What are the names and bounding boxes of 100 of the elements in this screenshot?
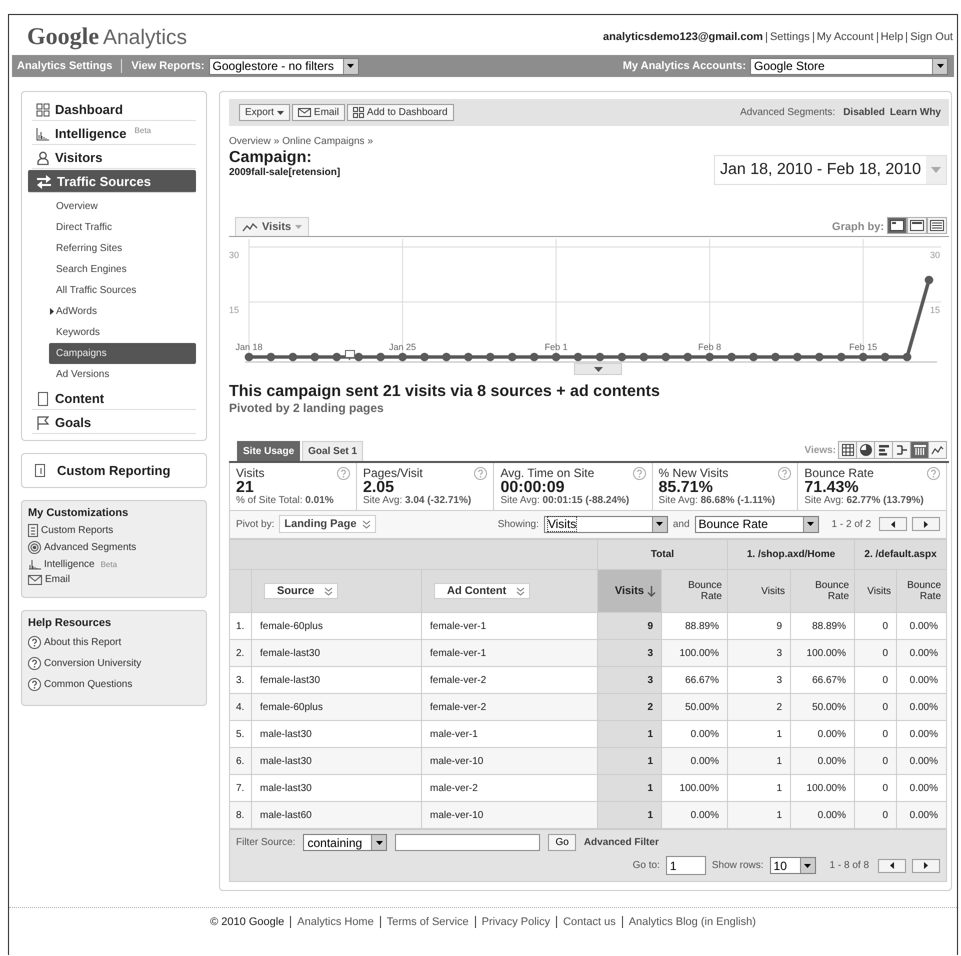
pivot-dropdown[interactable]: Landing Page (279, 515, 376, 533)
row-number: 6. (230, 748, 252, 774)
column-header[interactable]: Bounce Rate (662, 570, 728, 612)
help-icon (28, 678, 41, 691)
view-button[interactable] (838, 441, 857, 459)
metric-selector-tab[interactable]: Visits (235, 217, 310, 236)
campaign-name: 2009fall-sale[retension] (229, 167, 340, 178)
annotation-icon[interactable] (345, 350, 355, 361)
nav-item[interactable]: Visitors (32, 146, 196, 169)
toolbar-button[interactable]: Email (292, 104, 345, 121)
learn-why-link[interactable]: Learn Why (890, 107, 941, 118)
nav-item[interactable]: Dashboard (32, 98, 196, 121)
nav-item[interactable]: Goals (32, 411, 196, 434)
metric-label: Visits (236, 466, 264, 480)
help-resource-link[interactable]: Conversion University (44, 658, 142, 669)
nav-item[interactable]: Intelligence $^{Beta}$ (32, 122, 196, 145)
report-tab[interactable]: Site Usage (237, 441, 300, 461)
advanced-filter-link[interactable]: Advanced Filter (584, 837, 659, 848)
customization-link[interactable]: Email (45, 574, 70, 585)
account-link[interactable]: Help (876, 32, 904, 42)
metric-label: % New Visits (658, 466, 728, 480)
graph-by-button[interactable] (907, 217, 927, 234)
nav-subitem[interactable]: All Traffic Sources (47, 280, 196, 301)
footer-link[interactable]: Terms of Service (380, 916, 469, 928)
nav-subitem[interactable]: Search Engines (47, 259, 196, 280)
nav-subitem[interactable]: Direct Traffic (47, 217, 196, 238)
collapse-handle[interactable] (574, 363, 622, 375)
filter-mode-dropdown[interactable]: containing (303, 834, 388, 851)
and-label: and (672, 518, 690, 530)
go-to-input[interactable]: 1 (666, 856, 706, 875)
column-header[interactable]: Visits (854, 570, 897, 612)
account-link[interactable]: Sign Out (906, 32, 953, 42)
footer-link[interactable]: Analytics Blog (in English) (622, 916, 756, 928)
rows-dropdown[interactable]: 10 (770, 857, 816, 874)
column-header[interactable]: Bounce Rate (790, 570, 855, 612)
profile-dropdown[interactable]: Googlestore - no filters (208, 58, 359, 74)
account-dropdown[interactable]: Google Store (750, 58, 948, 74)
column-header[interactable]: Bounce Rate (896, 570, 947, 612)
nav-subitem[interactable]: Referring Sites (47, 238, 196, 259)
table-cell: male-ver-10 (422, 802, 598, 828)
caret-icon (295, 225, 302, 229)
view-button[interactable] (928, 441, 947, 459)
date-range-picker[interactable]: Jan 18, 2010 - Feb 18, 2010 (714, 155, 947, 185)
pivot-icon (912, 444, 926, 456)
previous-button[interactable] (879, 517, 907, 531)
dimension-dropdown[interactable]: Ad Content (434, 583, 530, 599)
nav-item[interactable]: Traffic Sources (28, 170, 196, 193)
next-button[interactable] (912, 858, 940, 872)
table-cell: 100.00% (790, 640, 855, 666)
breadcrumb-link[interactable]: Overview (229, 136, 271, 147)
data-point (705, 352, 714, 362)
nav-item[interactable]: Content (32, 387, 196, 410)
view-button[interactable] (892, 441, 911, 459)
day-view-icon (890, 220, 904, 231)
customization-link[interactable]: Intelligence (44, 558, 95, 570)
nav-subitem[interactable]: Keywords (47, 322, 196, 343)
footer-link[interactable]: Analytics Home (290, 916, 374, 928)
row-number: 2. (230, 640, 252, 666)
filter-input[interactable] (395, 834, 540, 851)
nav-subitem[interactable]: AdWords (47, 301, 196, 322)
next-button[interactable] (912, 517, 940, 531)
account-link[interactable]: My Account (812, 32, 874, 42)
axis-label: Feb 8 (698, 342, 722, 352)
footer-link[interactable]: Contact us (556, 916, 616, 928)
report-tab[interactable]: Goal Set 1 (302, 441, 364, 461)
nav-subitem[interactable]: Overview (47, 196, 196, 217)
help-resource-link[interactable]: Common Questions (44, 679, 132, 690)
customization-link[interactable]: Advanced Segments (44, 542, 136, 553)
metric-dropdown[interactable]: Visits (544, 516, 668, 532)
group-header: 2. /default.aspx (854, 540, 947, 570)
data-point (836, 352, 846, 362)
go-button[interactable]: Go (548, 834, 576, 851)
report-icon (35, 464, 45, 477)
help-resource-link[interactable]: About this Report (44, 637, 122, 648)
graph-by-button[interactable] (887, 217, 907, 234)
comparison-icon (896, 444, 908, 456)
table-cell: 0.00% (790, 748, 855, 774)
dimension-dropdown[interactable]: Source (264, 583, 338, 599)
target-icon (28, 541, 41, 554)
previous-button[interactable] (878, 858, 906, 872)
customization-link[interactable]: Custom Reports (41, 525, 114, 536)
summary-subheading: Pivoted by 2 landing pages (229, 401, 385, 415)
custom-reporting-link[interactable]: Custom Reporting (57, 463, 170, 478)
data-point (661, 352, 670, 362)
toolbar-button[interactable]: Export (239, 104, 290, 121)
nav-subitem[interactable]: Campaigns (49, 343, 196, 364)
view-button[interactable] (856, 441, 875, 459)
column-header[interactable]: Visits (728, 570, 790, 612)
view-button[interactable] (874, 441, 893, 459)
graph-by-button[interactable] (927, 217, 947, 234)
toolbar-button[interactable]: Add to Dashboard (346, 104, 454, 121)
account-link[interactable]: Settings (766, 32, 810, 42)
view-button[interactable] (910, 441, 929, 459)
metric-dropdown[interactable]: Bounce Rate (694, 516, 819, 532)
column-header[interactable]: Visits (598, 570, 662, 612)
segments-label: Advanced Segments: (740, 107, 836, 118)
metric-value: 2.05 (362, 480, 394, 495)
breadcrumb-link[interactable]: Online Campaigns (282, 136, 365, 147)
footer-link[interactable]: Privacy Policy (474, 916, 550, 928)
nav-subitem[interactable]: Ad Versions (47, 364, 196, 385)
